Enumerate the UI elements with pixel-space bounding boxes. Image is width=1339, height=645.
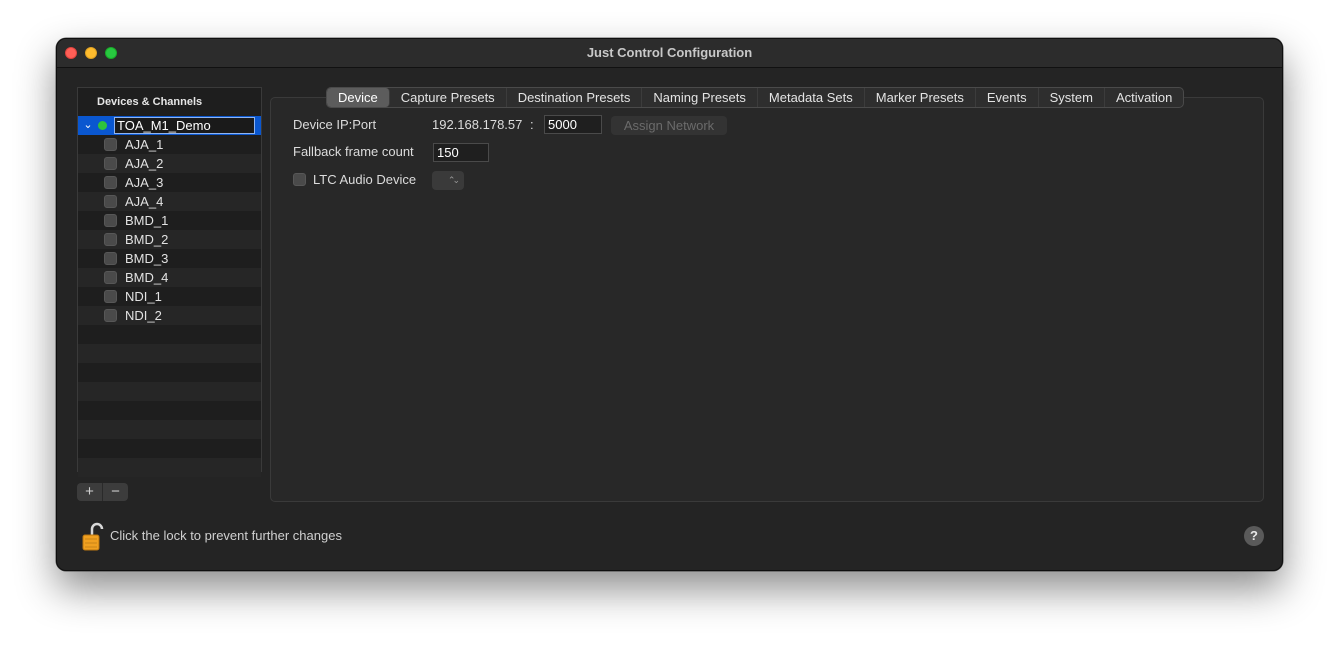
tab-activation[interactable]: Activation: [1105, 88, 1183, 107]
empty-row: [78, 420, 261, 439]
sidebar-header: Devices & Channels: [97, 96, 203, 108]
tab-metadata-sets[interactable]: Metadata Sets: [758, 88, 865, 107]
device-row[interactable]: ⌄ TOA_M1_Demo: [78, 116, 261, 135]
tab-system[interactable]: System: [1039, 88, 1105, 107]
empty-row: [78, 439, 261, 458]
channel-checkbox[interactable]: [104, 309, 117, 322]
channel-label: AJA_3: [125, 175, 164, 190]
devices-channels-list[interactable]: Devices & Channels ⌄ TOA_M1_Demo AJA_1 A…: [77, 87, 262, 477]
channel-row[interactable]: BMD_1: [78, 211, 261, 230]
tab-device[interactable]: Device: [327, 88, 390, 107]
chevron-down-icon[interactable]: ⌄: [82, 116, 94, 135]
channel-label: BMD_1: [125, 213, 169, 228]
channel-checkbox[interactable]: [104, 252, 117, 265]
channel-row[interactable]: BMD_2: [78, 230, 261, 249]
tab-capture-presets[interactable]: Capture Presets: [390, 88, 507, 107]
channel-label: NDI_1: [125, 289, 162, 304]
title-bar: Just Control Configuration: [57, 39, 1282, 68]
channel-label: NDI_2: [125, 308, 162, 323]
tab-destination-presets[interactable]: Destination Presets: [507, 88, 643, 107]
ltc-audio-device-popup[interactable]: ⌃⌄: [432, 171, 464, 190]
channel-row[interactable]: BMD_3: [78, 249, 261, 268]
device-name-field[interactable]: TOA_M1_Demo: [114, 117, 255, 134]
empty-row: [78, 458, 261, 477]
empty-row: [78, 344, 261, 363]
channel-row[interactable]: AJA_3: [78, 173, 261, 192]
port-field[interactable]: 5000: [544, 115, 602, 134]
channel-checkbox[interactable]: [104, 290, 117, 303]
help-button[interactable]: ?: [1244, 526, 1264, 546]
channel-label: BMD_3: [125, 251, 169, 266]
channel-row[interactable]: NDI_2: [78, 306, 261, 325]
ltc-audio-device-checkbox[interactable]: [293, 173, 306, 186]
channel-checkbox[interactable]: [104, 195, 117, 208]
channel-checkbox[interactable]: [104, 157, 117, 170]
assign-network-button[interactable]: Assign Network: [611, 116, 727, 135]
channel-row[interactable]: AJA_2: [78, 154, 261, 173]
empty-row: [78, 325, 261, 344]
fallback-frame-count-field[interactable]: 150: [433, 143, 489, 162]
device-settings-panel: [270, 97, 1264, 502]
unlocked-lock-icon[interactable]: [82, 522, 104, 552]
channel-checkbox[interactable]: [104, 138, 117, 151]
empty-row: [78, 382, 261, 401]
tab-marker-presets[interactable]: Marker Presets: [865, 88, 976, 107]
channel-checkbox[interactable]: [104, 271, 117, 284]
channel-row[interactable]: BMD_4: [78, 268, 261, 287]
device-ip-port-label: Device IP:Port: [293, 117, 377, 132]
remove-device-button[interactable]: −: [103, 483, 128, 501]
channel-row[interactable]: AJA_4: [78, 192, 261, 211]
chevron-updown-icon: ⌃⌄: [447, 175, 460, 185]
ip-port-separator: :: [530, 117, 534, 132]
status-indicator-icon: [98, 121, 107, 130]
channel-label: AJA_2: [125, 156, 164, 171]
channel-label: BMD_2: [125, 232, 169, 247]
channel-checkbox[interactable]: [104, 214, 117, 227]
empty-row: [78, 401, 261, 420]
channel-label: AJA_4: [125, 194, 164, 209]
empty-row: [78, 363, 261, 382]
channel-row[interactable]: AJA_1: [78, 135, 261, 154]
channel-label: BMD_4: [125, 270, 169, 285]
add-device-button[interactable]: +: [77, 483, 102, 501]
tab-events[interactable]: Events: [976, 88, 1039, 107]
lock-status-text: Click the lock to prevent further change…: [110, 528, 342, 543]
app-window: Just Control Configuration Devices & Cha…: [56, 38, 1283, 571]
ltc-audio-device-label: LTC Audio Device: [313, 172, 417, 187]
tab-naming-presets[interactable]: Naming Presets: [642, 88, 758, 107]
fallback-frame-count-label: Fallback frame count: [293, 144, 414, 159]
channel-checkbox[interactable]: [104, 233, 117, 246]
window-title: Just Control Configuration: [586, 45, 753, 60]
add-remove-control: + −: [77, 483, 128, 501]
device-ip-value: 192.168.178.57: [432, 117, 523, 132]
channel-row[interactable]: NDI_1: [78, 287, 261, 306]
channel-label: AJA_1: [125, 137, 164, 152]
settings-tab-bar: Device Capture Presets Destination Prese…: [326, 87, 1185, 108]
channel-checkbox[interactable]: [104, 176, 117, 189]
